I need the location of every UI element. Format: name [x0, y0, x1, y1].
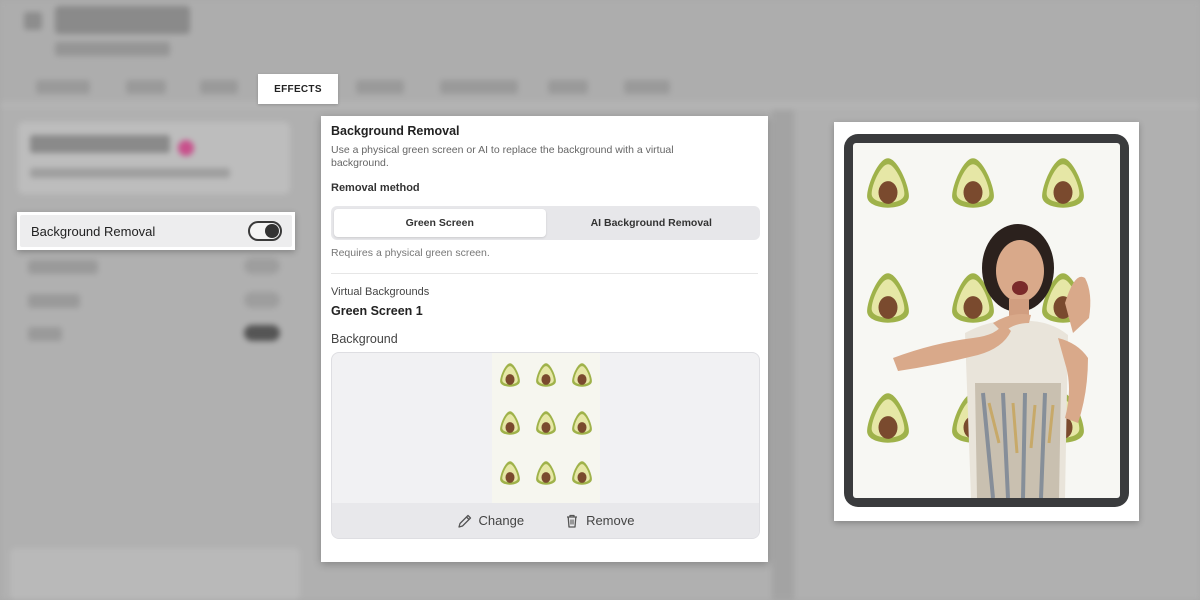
back-icon [24, 12, 42, 30]
badge-dot [178, 140, 194, 156]
background-picker: Change Remove [331, 352, 760, 539]
avocado-graphic [952, 158, 994, 208]
setting-toggle-blurred [244, 292, 280, 308]
avocado-graphic [500, 411, 520, 435]
avocado-graphic [572, 363, 592, 387]
removal-method-label: Removal method [331, 182, 420, 194]
pencil-icon [457, 514, 471, 528]
background-removal-panel: Background Removal Use a physical green … [321, 116, 768, 562]
tab-blurred [440, 80, 518, 94]
avocado-graphic [536, 461, 556, 485]
remove-label: Remove [586, 513, 635, 528]
change-label: Change [478, 513, 525, 528]
background-removal-setting: Background Removal [17, 212, 295, 250]
setting-row-blurred [28, 327, 62, 341]
preview-screen [853, 143, 1120, 498]
tab-blurred [356, 80, 404, 94]
left-card-title-blurred [30, 135, 170, 153]
tab-blurred [126, 80, 166, 94]
left-card-text-blurred [30, 168, 230, 178]
avocado-pattern-thumbnail [500, 363, 592, 485]
setting-toggle-blurred [244, 325, 280, 341]
avocado-graphic [572, 461, 592, 485]
avocado-graphic [867, 273, 909, 323]
avocado-graphic [500, 363, 520, 387]
background-label: Background [331, 332, 398, 346]
toggle-knob [265, 224, 279, 238]
preview-card [834, 122, 1139, 521]
remove-background-button[interactable]: Remove [564, 513, 634, 529]
removal-method-selector: Green Screen AI Background Removal [331, 206, 760, 240]
method-green-screen-button[interactable]: Green Screen [334, 209, 546, 237]
setting-toggle-blurred [244, 258, 280, 274]
bottom-card-blurred [10, 548, 300, 600]
tab-blurred [548, 80, 588, 94]
avocado-graphic [536, 411, 556, 435]
person-photo [893, 224, 1091, 498]
method-hint: Requires a physical green screen. [331, 247, 490, 259]
panel-title: Background Removal [331, 124, 460, 138]
avocado-graphic [867, 158, 909, 208]
avocado-graphic [536, 363, 556, 387]
avocado-graphic [1042, 158, 1084, 208]
background-removal-row[interactable]: Background Removal [20, 215, 292, 247]
panel-description: Use a physical green screen or AI to rep… [331, 144, 674, 169]
avocado-graphic [500, 461, 520, 485]
virtual-backgrounds-label: Virtual Backgrounds [331, 286, 430, 298]
scrollbar-blurred [772, 110, 794, 600]
tab-effects[interactable]: EFFECTS [258, 74, 338, 104]
green-screen-name: Green Screen 1 [331, 304, 423, 318]
background-actions: Change Remove [332, 503, 759, 538]
background-removal-toggle[interactable] [248, 221, 282, 241]
page-title-blurred [55, 6, 190, 34]
divider [331, 273, 758, 274]
tab-blurred [624, 80, 670, 94]
tablet-frame [844, 134, 1129, 507]
method-ai-removal-button[interactable]: AI Background Removal [546, 209, 758, 237]
preview-image [867, 158, 1091, 498]
trash-icon [567, 514, 578, 528]
change-background-button[interactable]: Change [457, 513, 525, 529]
background-thumbnail [492, 353, 600, 504]
header-divider [0, 104, 1200, 107]
tab-blurred [200, 80, 238, 94]
tab-blurred [36, 80, 90, 94]
page-subtitle-blurred [55, 42, 170, 56]
left-card-blurred [18, 122, 290, 194]
setting-row-blurred [28, 294, 80, 308]
setting-row-blurred [28, 260, 98, 274]
background-removal-label: Background Removal [31, 223, 156, 239]
avocado-graphic [867, 393, 909, 443]
avocado-graphic [572, 411, 592, 435]
